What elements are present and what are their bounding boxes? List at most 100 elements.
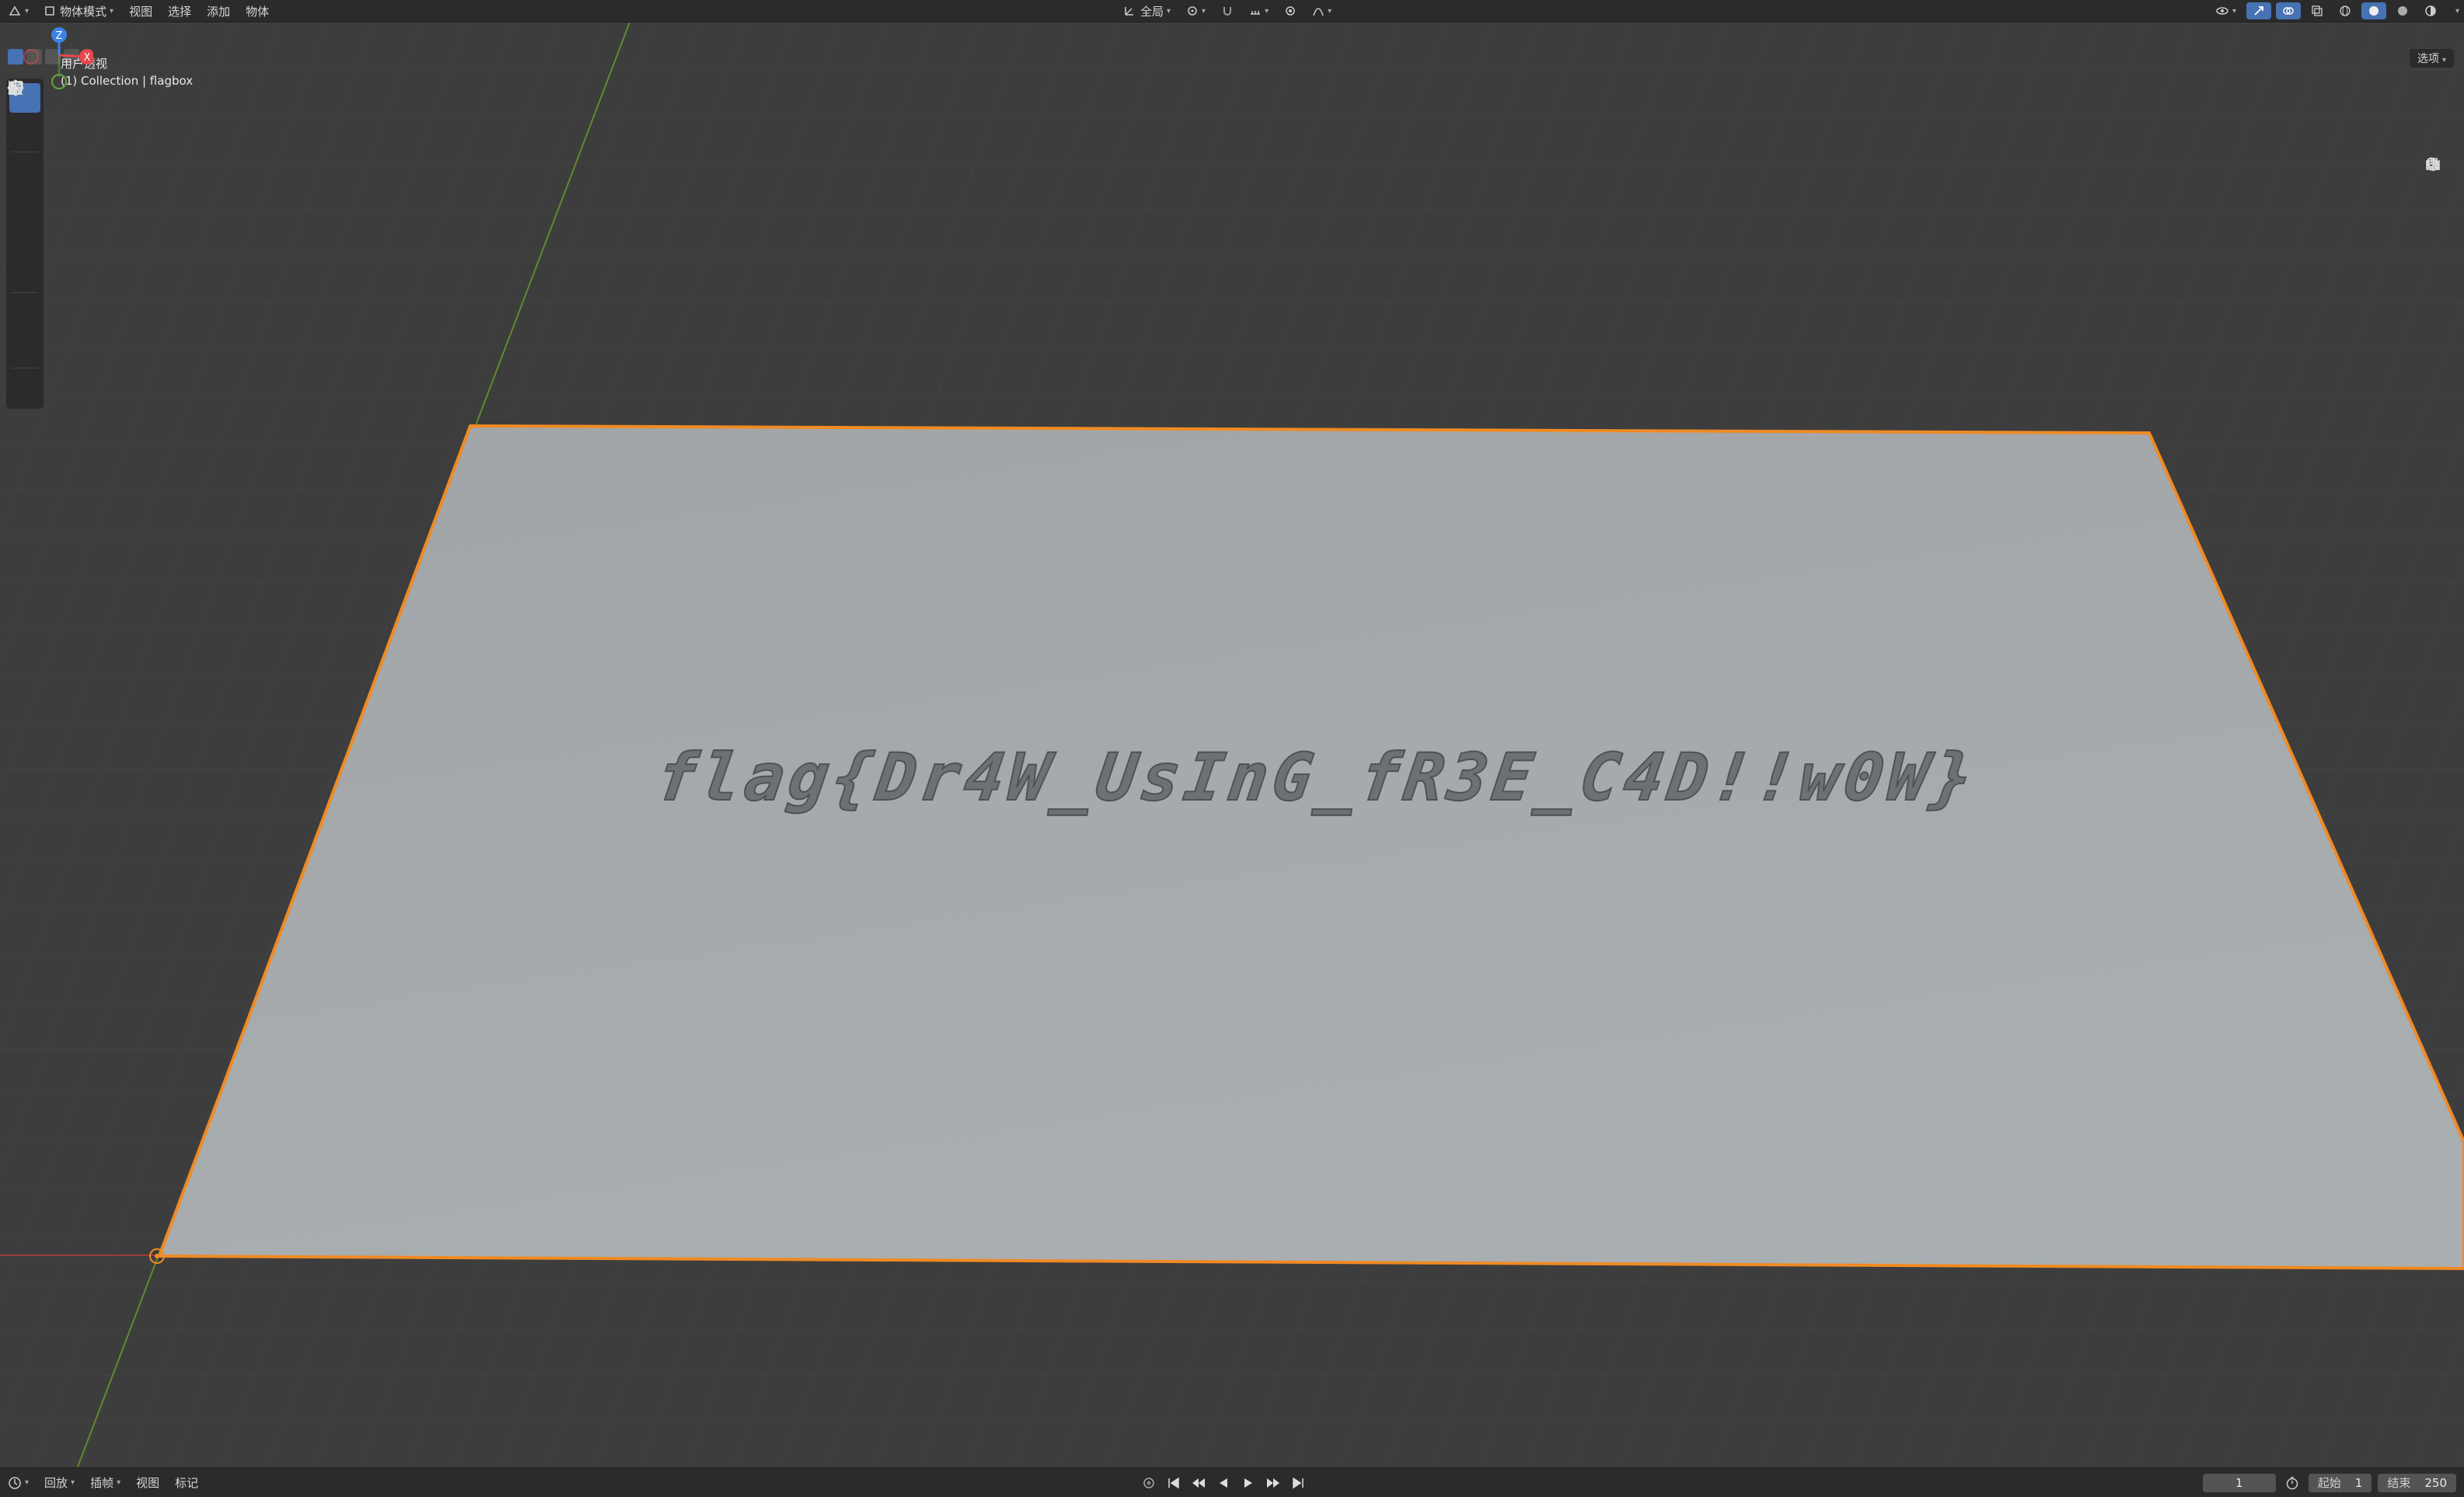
axes-icon [1125, 7, 1133, 16]
xray-toggle[interactable] [2303, 0, 2331, 22]
perspective-toggle[interactable] [2425, 158, 2452, 263]
falloff-curve-icon [1313, 8, 1324, 16]
annotate-tool[interactable] [8, 82, 40, 329]
menu-object[interactable]: 物体 [238, 0, 277, 22]
timeline-menu-playback[interactable]: 回放 ▾ [37, 1472, 82, 1494]
3d-viewport-icon [9, 5, 21, 16]
tool-shelf [6, 79, 44, 409]
shading-material[interactable] [2389, 0, 2417, 22]
next-keyframe-icon [1267, 1478, 1279, 1488]
clock-icon [9, 1476, 21, 1489]
magnet-icon [1223, 7, 1232, 16]
viewport-header: ▾ 物体模式 ▾ 视图 选择 添加 物体 全局 ▾ ▾ ▾ ▾ ▾ ▾ [0, 0, 2464, 23]
timeline-menu-keying[interactable]: 插帧 ▾ [82, 1472, 128, 1494]
next-keyframe-button[interactable] [1263, 1474, 1283, 1492]
frame-range-controls: 1 起始 1 结束 250 [2202, 1468, 2456, 1497]
editor-type-button[interactable]: ▾ [0, 0, 37, 22]
keying-menu-label: 插帧 [90, 1476, 114, 1490]
play-button[interactable] [1238, 1474, 1258, 1492]
mode-label: 物体模式 [60, 4, 107, 19]
camera-view-button[interactable] [2425, 159, 2452, 236]
viewport-nav-buttons [2425, 156, 2452, 263]
solid-sphere-icon [2369, 6, 2379, 16]
add-cube-tool[interactable] [9, 81, 40, 404]
timeline-header: ▾ 回放 ▾ 插帧 ▾ 视图 标记 1 起始 1 结束 250 [0, 1467, 2464, 1497]
jump-end-button[interactable] [1288, 1474, 1308, 1492]
preview-range-toggle[interactable] [2282, 1474, 2302, 1492]
menu-select[interactable]: 选择 [160, 0, 199, 22]
transform-tool[interactable] [9, 82, 40, 286]
play-reverse-button[interactable] [1213, 1474, 1234, 1492]
timeline-menu-view[interactable]: 视图 [128, 1472, 167, 1494]
move-tool[interactable] [7, 79, 40, 188]
pivot-icon [1188, 6, 1197, 16]
transform-orientation-label: 全局 [1140, 4, 1164, 19]
menu-view[interactable]: 视图 [121, 0, 160, 22]
object-mode-icon [45, 6, 54, 16]
rendered-sphere-icon [2425, 5, 2436, 16]
prev-keyframe-icon [1192, 1478, 1205, 1488]
shading-options[interactable]: ▾ [2445, 0, 2464, 22]
shading-wireframe[interactable] [2331, 0, 2359, 22]
current-frame-value: 1 [2235, 1475, 2243, 1490]
grid-perspective-icon [2426, 158, 2440, 170]
current-frame-field[interactable]: 1 [2202, 1473, 2276, 1492]
prev-keyframe-button[interactable] [1188, 1474, 1209, 1492]
shading-solid[interactable] [2361, 2, 2387, 19]
start-frame-value: 1 [2354, 1475, 2363, 1490]
gizmo-z-label: Z [56, 30, 63, 42]
pivot-point-button[interactable]: ▾ [1178, 0, 1213, 22]
3d-viewport[interactable]: flag{Dr4W_UsInG_fR3E_C4D!!w0W} 用户透视 (1) … [0, 23, 2464, 1467]
wireframe-sphere-icon [2340, 5, 2351, 16]
timeline-editor-type[interactable]: ▾ [0, 1472, 37, 1494]
record-icon [1143, 1477, 1154, 1488]
menu-select-label: 选择 [168, 4, 192, 19]
falloff-select[interactable]: ▾ [1304, 0, 1339, 22]
end-frame-field[interactable]: 结束 250 [2378, 1473, 2456, 1492]
flagbox-plane[interactable] [157, 424, 2464, 1271]
xray-icon [2312, 5, 2323, 16]
gizmo-icon [2254, 6, 2263, 16]
transform-orientation-select[interactable]: 全局 ▾ [1115, 0, 1178, 22]
menu-add[interactable]: 添加 [199, 0, 238, 22]
play-reverse-icon [1220, 1478, 1227, 1488]
shading-rendered[interactable] [2417, 0, 2445, 22]
marker-menu-label: 标记 [175, 1476, 199, 1490]
measure-tool[interactable] [9, 80, 40, 361]
scene-canvas: flag{Dr4W_UsInG_fR3E_C4D!!w0W} [0, 23, 2464, 1467]
gizmo-x-label: X [84, 52, 91, 64]
start-frame-field[interactable]: 起始 1 [2308, 1473, 2372, 1492]
jump-start-icon [1168, 1477, 1179, 1488]
proportional-edit-toggle[interactable] [1276, 0, 1304, 22]
stopwatch-icon [2286, 1476, 2298, 1489]
pan-button[interactable] [2425, 159, 2452, 208]
auto-keying-toggle[interactable] [1139, 1474, 1159, 1492]
engraved-flag-text: flag{Dr4W_UsInG_fR3E_C4D!!w0W} [652, 739, 1982, 815]
navigation-gizmo[interactable]: Z X [0, 23, 93, 108]
gizmo-toggle[interactable] [2246, 2, 2272, 19]
jump-end-icon [1293, 1477, 1304, 1488]
visibility-select[interactable]: ▾ [2207, 0, 2244, 22]
snap-toggle[interactable] [1213, 0, 1241, 22]
end-frame-value: 250 [2424, 1475, 2447, 1490]
cursor-tool[interactable] [8, 80, 40, 145]
menu-object-label: 物体 [246, 4, 270, 19]
proportional-edit-icon [1286, 6, 1295, 16]
playback-menu-label: 回放 [44, 1476, 68, 1490]
overlays-icon [2283, 7, 2294, 15]
start-frame-label: 起始 [2317, 1476, 2341, 1490]
snap-target-select[interactable]: ▾ [1241, 0, 1276, 22]
mode-select[interactable]: 物体模式 ▾ [37, 0, 121, 22]
options-label: 选项 [2417, 53, 2439, 65]
overlays-toggle[interactable] [2276, 2, 2302, 19]
play-icon [1244, 1478, 1252, 1488]
rotate-tool[interactable] [9, 81, 40, 221]
material-sphere-icon [2398, 6, 2408, 16]
jump-start-button[interactable] [1164, 1474, 1184, 1492]
scale-tool[interactable] [9, 81, 40, 253]
playback-controls [1139, 1468, 1308, 1497]
snap-increment-icon [1251, 11, 1261, 15]
timeline-menu-marker[interactable]: 标记 [167, 1472, 206, 1494]
gizmo-neg-x[interactable] [23, 49, 39, 65]
options-dropdown[interactable]: 选项 ▾ [2410, 49, 2455, 68]
